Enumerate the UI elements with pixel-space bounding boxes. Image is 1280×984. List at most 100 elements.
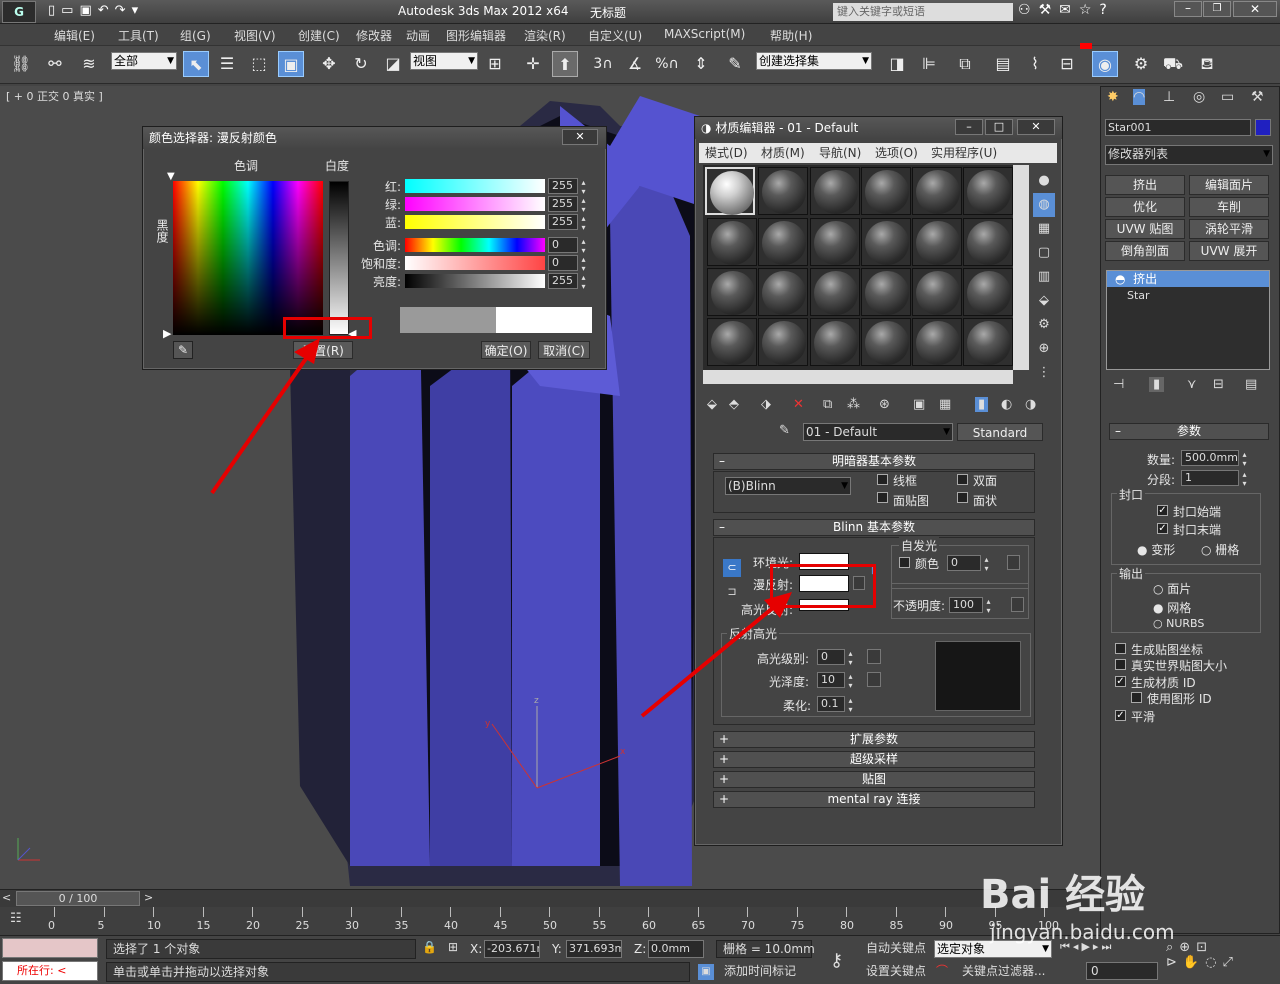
green-slider[interactable] (405, 197, 545, 211)
color-picker-close-button[interactable]: ✕ (562, 129, 598, 145)
background-icon[interactable]: ▦ (1033, 217, 1055, 241)
sample-slot[interactable] (810, 318, 860, 366)
menu-item-maxscript[interactable]: MAXScript(M) (664, 27, 745, 41)
reset-button[interactable]: 重置(R) (293, 341, 353, 359)
tools-icon[interactable]: ⚒ (1039, 2, 1060, 18)
object-color-swatch[interactable] (1255, 119, 1271, 136)
nurbs-radio[interactable]: ○ NURBS (1153, 617, 1204, 630)
shader-type-dropdown[interactable]: (B)Blinn (725, 477, 851, 495)
menu-item-group[interactable]: 组(G) (180, 27, 211, 44)
ok-button[interactable]: 确定(O) (481, 341, 531, 359)
sample-slot[interactable] (707, 218, 757, 266)
new-file-icon[interactable]: ▯ (48, 3, 61, 18)
put-to-library-icon[interactable]: ⊛ (879, 397, 890, 412)
spec-level-map-button[interactable] (867, 649, 881, 664)
wire-checkbox[interactable] (877, 474, 888, 485)
schematic-icon[interactable]: ⊟ (1054, 51, 1080, 77)
saturation-spinner[interactable]: 0 (548, 255, 589, 273)
sample-slot[interactable] (758, 268, 808, 316)
app-logo-icon[interactable]: G (2, 1, 36, 23)
sample-slot[interactable] (963, 167, 1013, 215)
spec-level-spinner[interactable]: 0 (817, 649, 856, 667)
mat-menu-utilities[interactable]: 实用程序(U) (931, 143, 997, 163)
key-filters-button[interactable]: 关键点过滤器... (962, 962, 1052, 980)
patch-radio[interactable]: ○ 面片 (1153, 580, 1191, 597)
material-map-nav-icon[interactable]: ⋮ (1033, 361, 1055, 385)
sample-slot[interactable] (912, 218, 962, 266)
select-object-icon[interactable]: ⬉ (183, 51, 209, 77)
extended-params-rollout[interactable]: + 扩展参数 (713, 731, 1035, 748)
close-button[interactable]: ✕ (1233, 1, 1277, 17)
track-bar-icon[interactable]: ☷ (10, 911, 22, 926)
selection-filter-dropdown[interactable]: 全部 (111, 52, 177, 70)
menu-item-modifiers[interactable]: 修改器 (356, 27, 392, 44)
morph-radio[interactable]: ● 变形 (1137, 541, 1175, 558)
select-by-material-icon[interactable]: ⊕ (1033, 337, 1055, 361)
add-time-tag[interactable]: 添加时间标记 (722, 962, 816, 982)
modifier-list-dropdown[interactable]: 修改器列表 (1105, 145, 1273, 165)
self-illum-color-checkbox[interactable] (899, 557, 910, 568)
save-icon[interactable]: ▣ (79, 3, 97, 18)
maxscript-listener[interactable] (2, 938, 98, 958)
cap-start-checkbox[interactable]: ✓ (1157, 505, 1168, 516)
amount-spinner[interactable]: 500.0mm (1181, 450, 1250, 468)
make-unique-icon[interactable]: ⁂ (847, 397, 860, 412)
menu-item-tools[interactable]: 工具(T) (118, 27, 159, 44)
make-preview-icon[interactable]: ⬙ (1033, 289, 1055, 313)
scale-icon[interactable]: ◪ (380, 51, 406, 77)
sample-slot[interactable] (810, 268, 860, 316)
color-lock2-icon[interactable]: ⊐ (723, 583, 741, 601)
show-map-icon[interactable]: ▦ (939, 397, 951, 412)
video-color-icon[interactable]: ▥ (1033, 265, 1055, 289)
pan-icon[interactable]: ✋ (1183, 955, 1205, 970)
unlink-icon[interactable]: ⚯ (42, 51, 68, 77)
slots-vscroll[interactable] (1013, 165, 1029, 370)
curve-editor-icon[interactable]: ⌇ (1022, 51, 1048, 77)
sample-slot[interactable] (758, 167, 808, 215)
pick-material-icon[interactable]: ✎ (779, 423, 790, 438)
gen-map-coords-checkbox[interactable] (1115, 643, 1126, 654)
motion-tab-icon[interactable]: ◎ (1193, 89, 1205, 105)
keyboard-shortcut-icon[interactable]: ⬆ (552, 51, 578, 77)
modify-tab-icon[interactable]: ◠ (1133, 89, 1146, 105)
mat-menu-mode[interactable]: 模式(D) (705, 143, 748, 163)
cap-end-checkbox[interactable]: ✓ (1157, 523, 1168, 534)
eyedropper-icon[interactable]: ✎ (173, 341, 193, 359)
menu-item-edit[interactable]: 编辑(E) (54, 27, 95, 44)
segments-spinner[interactable]: 1 (1181, 470, 1250, 488)
mat-minimize-button[interactable]: – (955, 119, 983, 135)
backlight-icon[interactable]: ◍ (1033, 193, 1055, 217)
real-world-map-checkbox[interactable] (1115, 659, 1126, 670)
menu-item-rendering[interactable]: 渲染(R) (524, 27, 566, 44)
pivot-center-icon[interactable]: ⊞ (482, 51, 508, 77)
material-name-dropdown[interactable]: 01 - Default (803, 423, 953, 441)
named-selection-dropdown[interactable]: 创建选择集 (756, 52, 872, 70)
whiteness-slider[interactable] (329, 181, 349, 335)
sample-slot[interactable] (758, 318, 808, 366)
current-frame-field[interactable]: 0 (1086, 962, 1158, 980)
sample-slot[interactable] (810, 167, 860, 215)
configure-sets-icon[interactable]: ▤ (1245, 377, 1257, 392)
mod-button-optimize[interactable]: 优化 (1105, 197, 1185, 217)
angle-snap-icon[interactable]: ∡ (622, 51, 648, 77)
sample-slot[interactable] (861, 268, 911, 316)
color-lock-icon[interactable]: ⊂ (723, 559, 741, 577)
red-slider[interactable] (405, 179, 545, 193)
red-spinner[interactable]: 255 (548, 178, 589, 196)
time-tag-icon[interactable]: ▣ (698, 964, 714, 980)
bind-spacewarp-icon[interactable]: ≋ (76, 51, 102, 77)
key-icon[interactable]: ⚷ (830, 950, 843, 971)
mod-button-turbosmooth[interactable]: 涡轮平滑 (1189, 219, 1269, 239)
maximize-viewport-icon[interactable]: ⤢ (1222, 955, 1238, 970)
link-icon[interactable]: ⛓ (8, 51, 34, 77)
sample-slot[interactable] (707, 268, 757, 316)
spinner-snap-icon[interactable]: ⇕ (688, 51, 714, 77)
show-end-result-stack-icon[interactable]: ▮ (1149, 377, 1165, 392)
two-sided-checkbox[interactable] (957, 474, 968, 485)
snap-toggle-icon[interactable]: 3∩ (590, 51, 616, 77)
undo-icon[interactable]: ↶ (98, 3, 115, 18)
select-by-name-icon[interactable]: ☰ (214, 51, 240, 77)
key-curve-icon[interactable]: ⌒ (936, 962, 948, 979)
mod-button-edit-patch[interactable]: 编辑面片 (1189, 175, 1269, 195)
redo-icon[interactable]: ↷ (115, 3, 132, 18)
